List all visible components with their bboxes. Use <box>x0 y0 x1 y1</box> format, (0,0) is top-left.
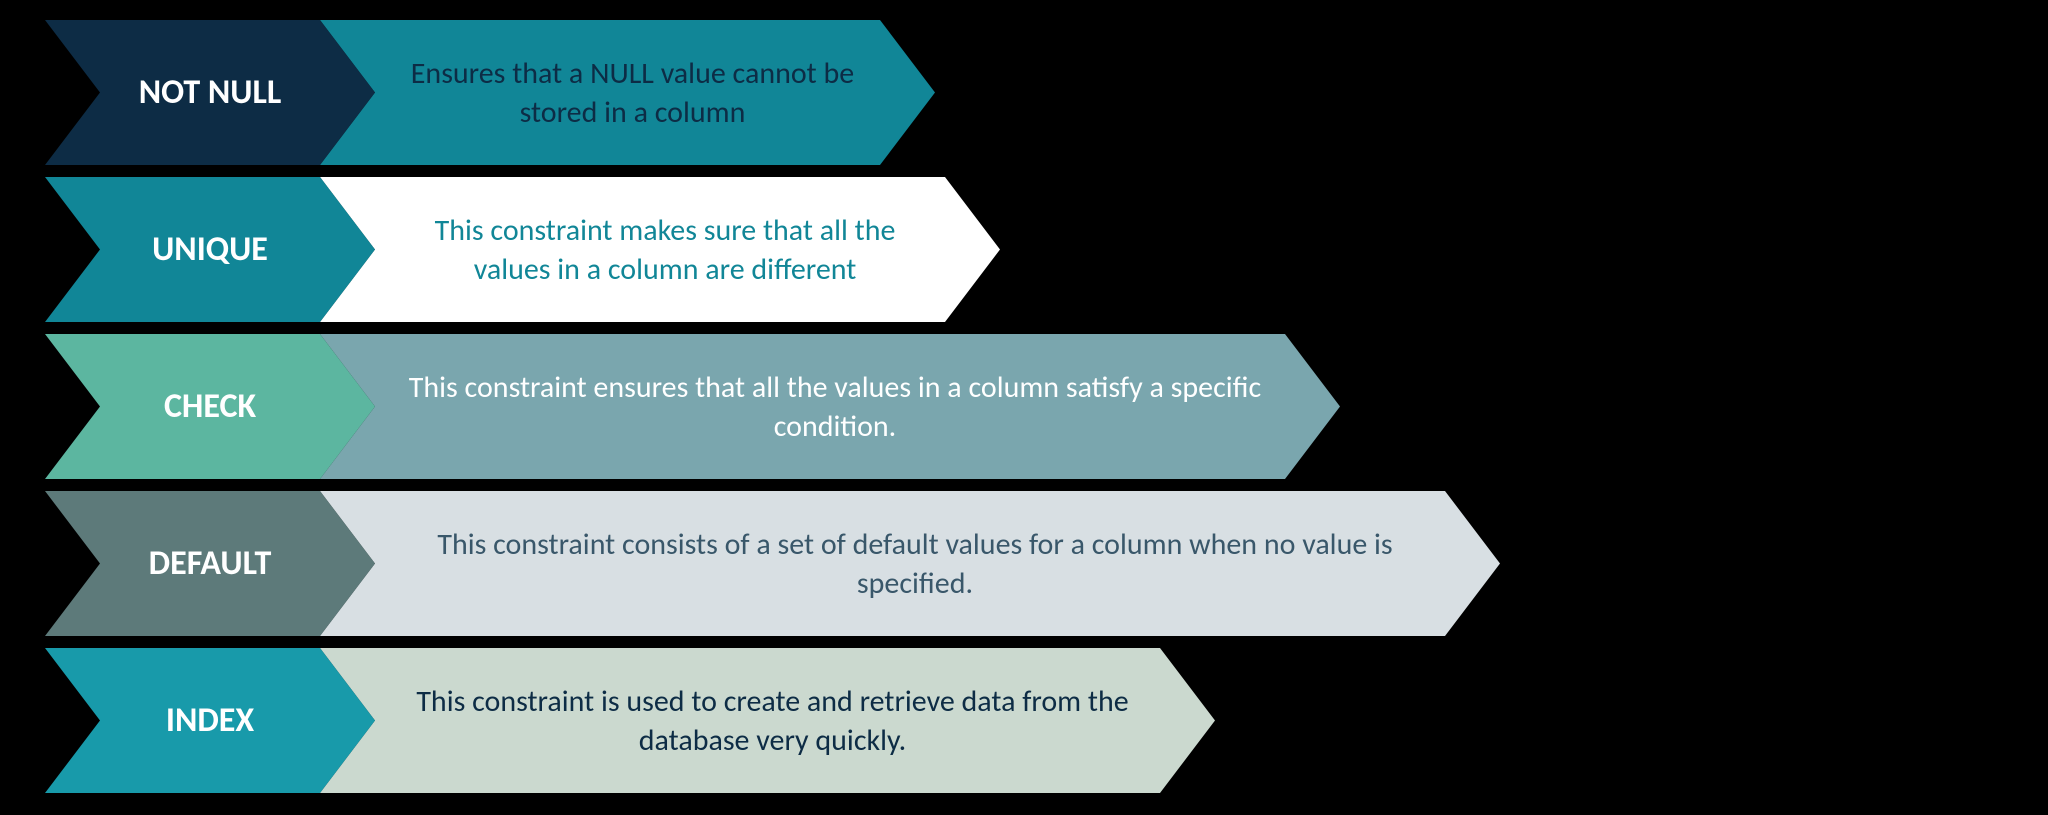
constraint-label: CHECK <box>45 334 375 479</box>
constraint-row-index: INDEX This constraint is used to create … <box>45 648 1215 793</box>
constraint-desc: This constraint makes sure that all the … <box>320 177 1000 322</box>
constraint-row-default: DEFAULT This constraint consists of a se… <box>45 491 1500 636</box>
constraint-desc: This constraint is used to create and re… <box>320 648 1215 793</box>
diagram-stage: NOT NULL Ensures that a NULL value canno… <box>0 0 2048 815</box>
constraint-desc-text: This constraint makes sure that all the … <box>405 211 925 289</box>
constraint-desc-text: This constraint is used to create and re… <box>405 682 1140 760</box>
constraint-label: INDEX <box>45 648 375 793</box>
constraint-desc-text: Ensures that a NULL value cannot be stor… <box>405 54 860 132</box>
constraint-desc: Ensures that a NULL value cannot be stor… <box>320 20 935 165</box>
constraint-label: UNIQUE <box>45 177 375 322</box>
constraint-desc-text: This constraint consists of a set of def… <box>405 525 1425 603</box>
constraint-row-check: CHECK This constraint ensures that all t… <box>45 334 1340 479</box>
constraint-label: NOT NULL <box>45 20 375 165</box>
constraint-row-not-null: NOT NULL Ensures that a NULL value canno… <box>45 20 935 165</box>
constraint-label: DEFAULT <box>45 491 375 636</box>
constraint-desc-text: This constraint ensures that all the val… <box>405 368 1265 446</box>
constraint-row-unique: UNIQUE This constraint makes sure that a… <box>45 177 1000 322</box>
constraint-desc: This constraint consists of a set of def… <box>320 491 1500 636</box>
constraint-desc: This constraint ensures that all the val… <box>320 334 1340 479</box>
